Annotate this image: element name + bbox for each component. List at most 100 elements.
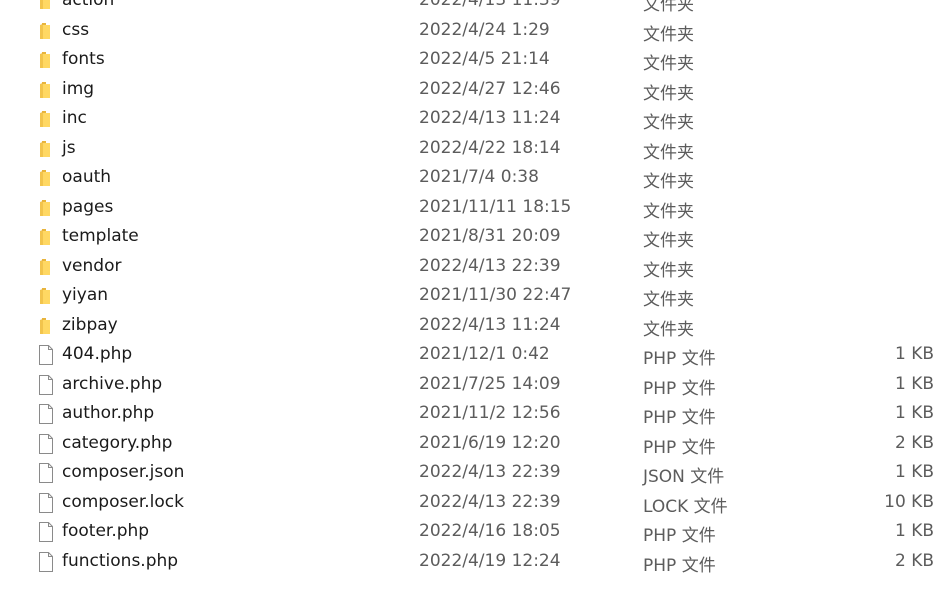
file-row[interactable]: vendor 2022/4/13 22:39 文件夹 bbox=[0, 252, 942, 282]
file-icon bbox=[36, 492, 56, 514]
file-date-modified: 2021/6/19 12:20 bbox=[419, 432, 561, 453]
file-date-modified: 2021/8/31 20:09 bbox=[419, 226, 561, 246]
file-date-modified: 2022/4/27 12:46 bbox=[419, 78, 561, 99]
file-row[interactable]: oauth 2021/7/4 0:38 文件夹 bbox=[0, 163, 942, 193]
file-icon bbox=[36, 521, 56, 543]
file-name[interactable]: vendor bbox=[62, 256, 121, 276]
file-type: PHP 文件 bbox=[643, 378, 716, 399]
file-type: 文件夹 bbox=[643, 260, 694, 281]
file-name[interactable]: composer.lock bbox=[62, 492, 184, 512]
file-name[interactable]: action bbox=[62, 0, 114, 10]
file-size: 10 KB bbox=[884, 491, 934, 512]
file-type: 文件夹 bbox=[643, 83, 694, 104]
file-row[interactable]: template 2021/8/31 20:09 文件夹 bbox=[0, 222, 942, 252]
file-type: 文件夹 bbox=[643, 231, 694, 251]
file-name[interactable]: oauth bbox=[62, 167, 111, 187]
file-row[interactable]: composer.json 2022/4/13 22:39 JSON 文件 1 KB bbox=[0, 458, 942, 488]
file-type: PHP 文件 bbox=[643, 526, 716, 546]
file-date-modified: 2022/4/13 11:24 bbox=[419, 108, 561, 128]
file-name[interactable]: pages bbox=[62, 197, 113, 217]
file-icon bbox=[36, 551, 56, 573]
file-row[interactable]: inc 2022/4/13 11:24 文件夹 bbox=[0, 104, 942, 134]
file-size: 2 KB bbox=[894, 432, 934, 453]
file-name[interactable]: footer.php bbox=[62, 521, 149, 541]
file-type: 文件夹 bbox=[643, 201, 694, 222]
file-name[interactable]: fonts bbox=[62, 49, 105, 69]
file-type: 文件夹 bbox=[643, 172, 694, 192]
folder-icon bbox=[36, 79, 56, 101]
file-list: action 2022/4/13 11:39 文件夹 css 2022/4/24 1:2… bbox=[0, 0, 942, 576]
file-row[interactable]: functions.php 2022/4/19 12:24 PHP 文件 2 KB bbox=[0, 547, 942, 577]
file-date-modified: 2022/4/5 21:14 bbox=[419, 49, 550, 69]
file-date-modified: 2021/11/2 12:56 bbox=[419, 403, 561, 423]
file-row[interactable]: 404.php 2021/12/1 0:42 PHP 文件 1 KB bbox=[0, 340, 942, 370]
file-type: PHP 文件 bbox=[643, 349, 716, 369]
file-date-modified: 2022/4/13 22:39 bbox=[419, 462, 561, 482]
folder-icon bbox=[36, 285, 56, 307]
file-name[interactable]: inc bbox=[62, 108, 87, 128]
file-date-modified: 2022/4/16 18:05 bbox=[419, 521, 561, 541]
file-date-modified: 2022/4/22 18:14 bbox=[419, 137, 561, 158]
file-name[interactable]: img bbox=[62, 79, 94, 99]
file-row[interactable]: zibpay 2022/4/13 11:24 文件夹 bbox=[0, 311, 942, 341]
file-name[interactable]: template bbox=[62, 226, 139, 246]
file-type: 文件夹 bbox=[643, 54, 694, 74]
file-date-modified: 2021/7/4 0:38 bbox=[419, 167, 539, 187]
file-date-modified: 2021/7/25 14:09 bbox=[419, 373, 561, 394]
file-name[interactable]: js bbox=[62, 138, 76, 158]
folder-icon bbox=[36, 167, 56, 189]
file-row[interactable]: author.php 2021/11/2 12:56 PHP 文件 1 KB bbox=[0, 399, 942, 429]
file-icon bbox=[36, 462, 56, 484]
file-type: 文件夹 bbox=[643, 24, 694, 45]
file-name[interactable]: 404.php bbox=[62, 344, 132, 364]
file-row[interactable]: pages 2021/11/11 18:15 文件夹 bbox=[0, 193, 942, 223]
folder-icon bbox=[36, 0, 56, 12]
file-size: 1 KB bbox=[894, 521, 934, 541]
file-date-modified: 2021/11/30 22:47 bbox=[419, 285, 572, 305]
file-row[interactable]: css 2022/4/24 1:29 文件夹 bbox=[0, 16, 942, 46]
file-size: 1 KB bbox=[894, 403, 934, 423]
file-date-modified: 2022/4/24 1:29 bbox=[419, 19, 550, 40]
file-size: 1 KB bbox=[894, 344, 934, 364]
file-date-modified: 2021/11/11 18:15 bbox=[419, 196, 572, 217]
folder-icon bbox=[36, 226, 56, 248]
file-name[interactable]: zibpay bbox=[62, 315, 118, 335]
file-row[interactable]: category.php 2021/6/19 12:20 PHP 文件 2 KB bbox=[0, 429, 942, 459]
file-icon bbox=[36, 433, 56, 455]
folder-icon bbox=[36, 49, 56, 71]
file-name[interactable]: yiyan bbox=[62, 285, 108, 305]
file-row[interactable]: js 2022/4/22 18:14 文件夹 bbox=[0, 134, 942, 164]
file-type: 文件夹 bbox=[643, 290, 694, 310]
file-name[interactable]: archive.php bbox=[62, 374, 162, 394]
file-date-modified: 2022/4/13 22:39 bbox=[419, 491, 561, 512]
file-size: 1 KB bbox=[894, 373, 934, 394]
file-name[interactable]: composer.json bbox=[62, 462, 184, 482]
file-type: 文件夹 bbox=[643, 319, 694, 340]
file-name[interactable]: category.php bbox=[62, 433, 172, 453]
file-date-modified: 2022/4/19 12:24 bbox=[419, 550, 561, 571]
file-type: 文件夹 bbox=[643, 142, 694, 163]
folder-icon bbox=[36, 315, 56, 337]
file-name[interactable]: author.php bbox=[62, 403, 154, 423]
file-size: 2 KB bbox=[894, 550, 934, 571]
file-name[interactable]: css bbox=[62, 20, 89, 40]
file-type: JSON 文件 bbox=[643, 467, 725, 487]
file-row[interactable]: yiyan 2021/11/30 22:47 文件夹 bbox=[0, 281, 942, 311]
file-row[interactable]: footer.php 2022/4/16 18:05 PHP 文件 1 KB bbox=[0, 517, 942, 547]
folder-icon bbox=[36, 138, 56, 160]
folder-icon bbox=[36, 108, 56, 130]
file-type: PHP 文件 bbox=[643, 437, 716, 458]
file-type: PHP 文件 bbox=[643, 408, 716, 428]
folder-icon bbox=[36, 256, 56, 278]
file-icon bbox=[36, 374, 56, 396]
file-date-modified: 2021/12/1 0:42 bbox=[419, 344, 550, 364]
file-row[interactable]: img 2022/4/27 12:46 文件夹 bbox=[0, 75, 942, 105]
file-row[interactable]: fonts 2022/4/5 21:14 文件夹 bbox=[0, 45, 942, 75]
file-row[interactable]: action 2022/4/13 11:39 文件夹 bbox=[0, 0, 942, 16]
file-row[interactable]: archive.php 2021/7/25 14:09 PHP 文件 1 KB bbox=[0, 370, 942, 400]
file-date-modified: 2022/4/13 11:39 bbox=[419, 0, 561, 10]
file-row[interactable]: composer.lock 2022/4/13 22:39 LOCK 文件 10 KB bbox=[0, 488, 942, 518]
file-size: 1 KB bbox=[894, 462, 934, 482]
file-type: 文件夹 bbox=[643, 0, 694, 15]
file-name[interactable]: functions.php bbox=[62, 551, 178, 571]
